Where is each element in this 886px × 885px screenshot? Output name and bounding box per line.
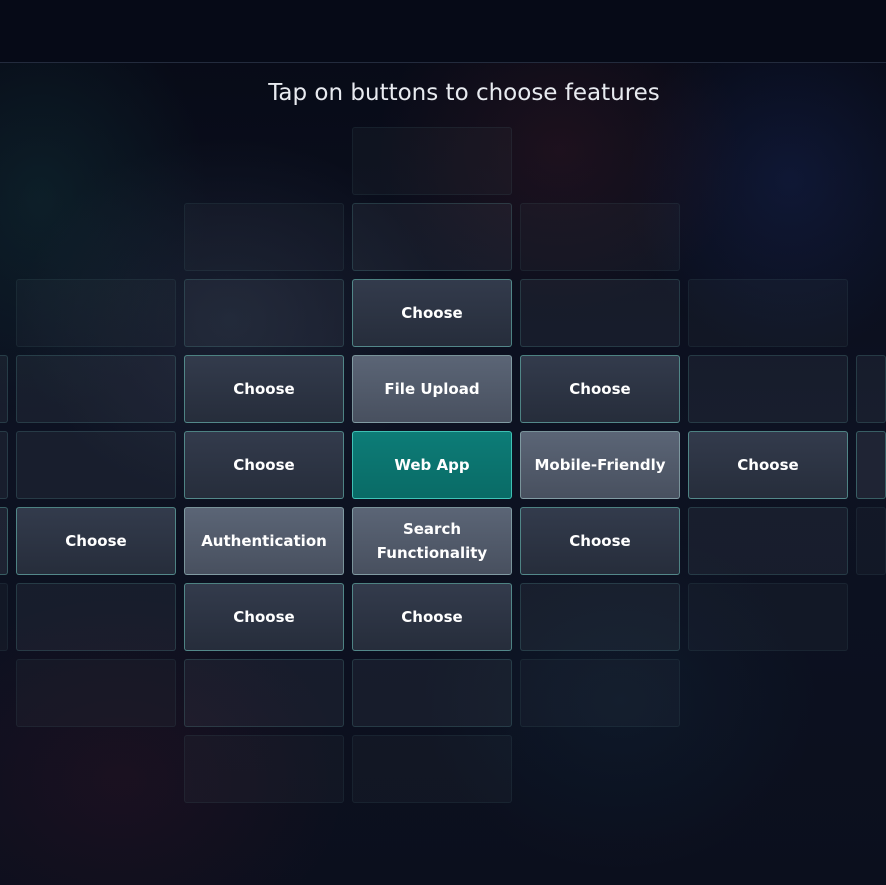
feature-grid: Choose Choose File Upload Choose Choose Web A…	[0, 0, 886, 885]
feature-button-label: Choose	[233, 456, 295, 474]
feature-button-label: Mobile-Friendly	[534, 456, 666, 474]
feature-button-choose[interactable]: Choose	[688, 431, 848, 499]
feature-button-choose[interactable]: Choose	[352, 279, 512, 347]
empty-tile	[352, 203, 512, 271]
feature-button-choose[interactable]: Choose	[520, 355, 680, 423]
empty-tile	[688, 355, 848, 423]
feature-button-web-app[interactable]: Web App	[352, 431, 512, 499]
empty-tile	[688, 279, 848, 347]
empty-tile	[16, 355, 176, 423]
empty-tile	[352, 659, 512, 727]
feature-button-label: Search Functionality	[376, 520, 488, 562]
feature-button-choose[interactable]: Choose	[16, 507, 176, 575]
empty-tile	[0, 431, 8, 499]
empty-tile	[520, 659, 680, 727]
feature-button-label: Choose	[233, 608, 295, 626]
empty-tile	[184, 203, 344, 271]
empty-tile	[688, 507, 848, 575]
feature-button-label: Choose	[233, 380, 295, 398]
feature-button-choose[interactable]: Choose	[184, 583, 344, 651]
empty-tile	[16, 431, 176, 499]
feature-button-label: Web App	[394, 456, 470, 474]
empty-tile	[16, 659, 176, 727]
empty-tile	[520, 583, 680, 651]
feature-button-file-upload[interactable]: File Upload	[352, 355, 512, 423]
feature-button-choose[interactable]: Choose	[184, 355, 344, 423]
empty-tile	[0, 507, 8, 575]
empty-tile	[352, 735, 512, 803]
feature-button-mobile-friendly[interactable]: Mobile-Friendly	[520, 431, 680, 499]
empty-tile	[184, 279, 344, 347]
feature-button-authentication[interactable]: Authentication	[184, 507, 344, 575]
feature-button-label: Choose	[65, 532, 127, 550]
empty-tile	[184, 659, 344, 727]
empty-tile	[184, 735, 344, 803]
empty-tile	[352, 127, 512, 195]
empty-tile	[0, 583, 8, 651]
feature-button-label: Choose	[737, 456, 799, 474]
feature-button-choose[interactable]: Choose	[520, 507, 680, 575]
feature-button-choose[interactable]: Choose	[184, 431, 344, 499]
feature-button-label: Choose	[401, 304, 463, 322]
feature-button-label: Choose	[569, 532, 631, 550]
empty-tile	[16, 279, 176, 347]
feature-button-label: Authentication	[201, 532, 327, 550]
empty-tile	[16, 583, 176, 651]
feature-button-label: Choose	[401, 608, 463, 626]
empty-tile	[520, 279, 680, 347]
empty-tile	[856, 431, 886, 499]
feature-button-choose[interactable]: Choose	[352, 583, 512, 651]
empty-tile	[688, 583, 848, 651]
empty-tile	[856, 355, 886, 423]
feature-button-label: Choose	[569, 380, 631, 398]
feature-button-search-functionality[interactable]: Search Functionality	[352, 507, 512, 575]
empty-tile	[520, 203, 680, 271]
feature-button-label: File Upload	[384, 380, 480, 398]
empty-tile	[0, 355, 8, 423]
empty-tile	[856, 507, 886, 575]
